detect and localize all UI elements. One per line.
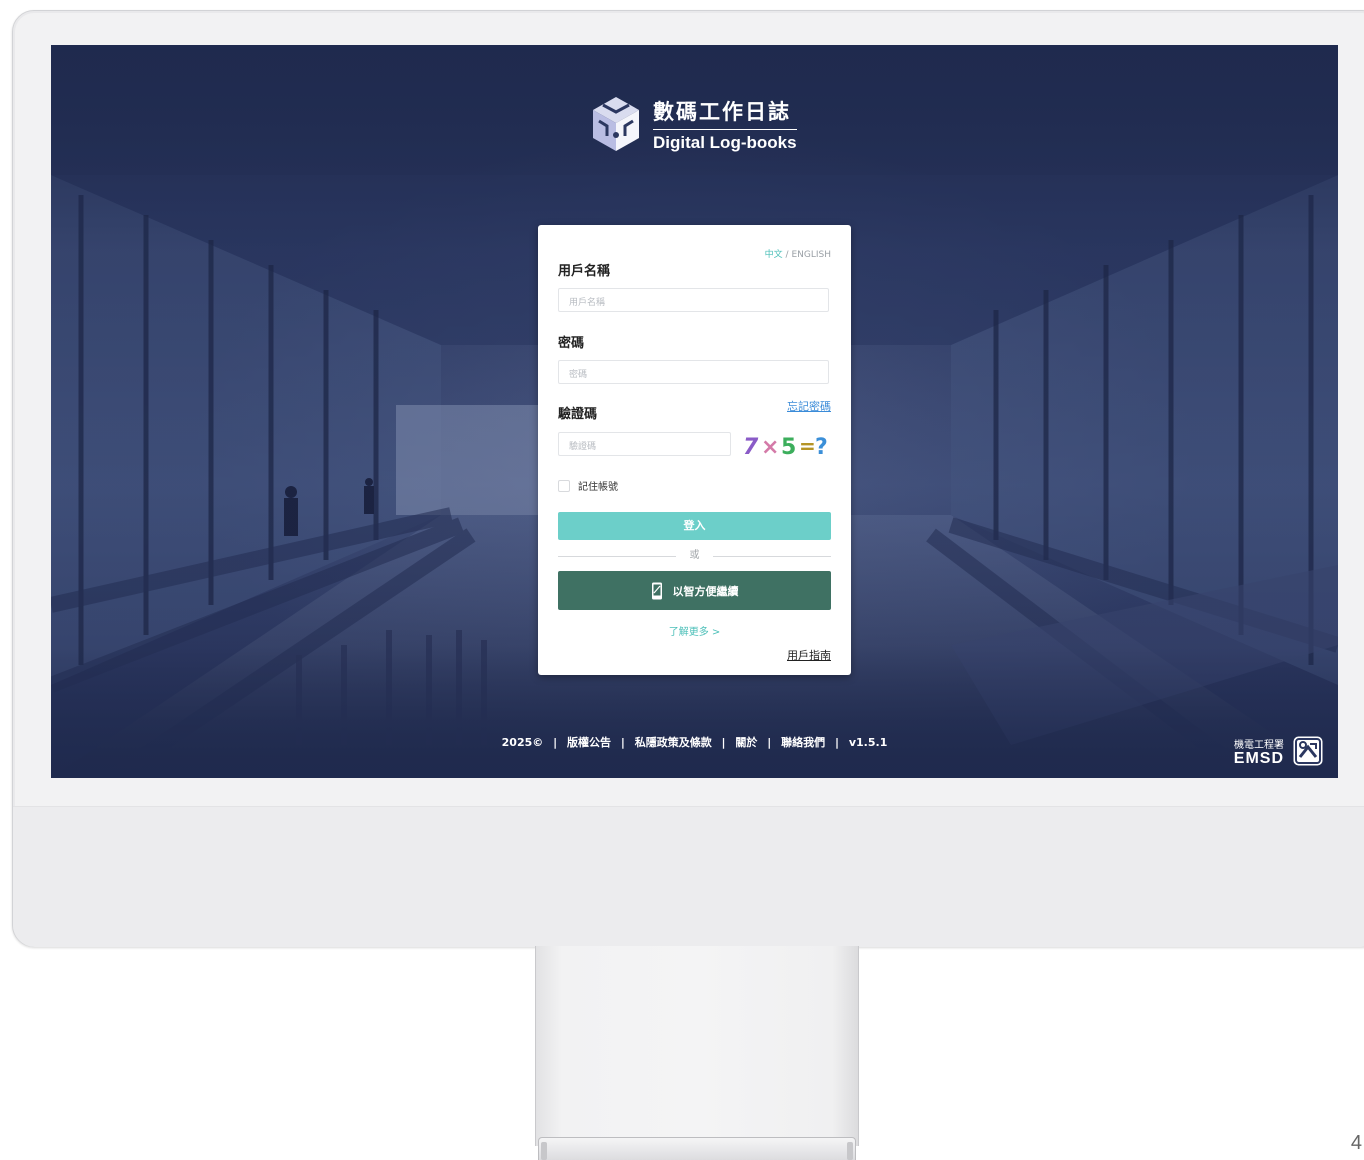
learn-more-link[interactable]: 了解更多 > <box>538 623 851 638</box>
page-number: 4 <box>1350 1132 1362 1154</box>
captcha-input[interactable]: 驗證碼 <box>558 432 731 456</box>
footer-separator: | <box>834 736 840 749</box>
footer-copyright-notice-link[interactable]: 版權公告 <box>567 736 611 749</box>
app-logo: 數碼工作日誌 Digital Log-books <box>589 95 797 153</box>
footer-version: v1.5.1 <box>848 736 888 749</box>
org-name-zh: 機電工程署 <box>1234 739 1284 751</box>
smart-phone-icon <box>651 582 662 599</box>
footer-privacy-link[interactable]: 私隱政策及條款 <box>635 736 712 749</box>
iam-smart-button[interactable]: 以智方便繼續 <box>558 571 831 610</box>
app-title-zh: 數碼工作日誌 <box>653 96 797 130</box>
remember-checkbox[interactable] <box>558 479 570 492</box>
remember-label: 記住帳號 <box>578 482 618 493</box>
footer-copyright: 2025© <box>501 736 544 749</box>
footer-links: 2025© | 版權公告 | 私隱政策及條款 | 關於 | 聯絡我們 | v1.… <box>51 734 1338 750</box>
emsd-emblem-icon <box>1293 736 1323 766</box>
username-input[interactable]: 用戶名稱 <box>558 288 829 312</box>
language-switch: 中文 / ENGLISH <box>765 247 831 260</box>
app-title-en: Digital Log-books <box>653 132 797 152</box>
captcha-image[interactable]: 7 × 5 = ? <box>743 432 831 460</box>
svg-text:?: ? <box>815 435 828 460</box>
lang-en-link[interactable]: ENGLISH <box>791 250 831 260</box>
monitor-stand-foot <box>538 1137 856 1160</box>
monitor-chin <box>13 806 1364 947</box>
emsd-logo: 機電工程署 EMSD <box>1234 735 1324 767</box>
remember-account[interactable]: 記住帳號 <box>558 478 618 493</box>
login-screen: 數碼工作日誌 Digital Log-books 中文 / ENGLISH 用戶… <box>51 45 1338 778</box>
login-button[interactable]: 登入 <box>558 512 831 540</box>
password-label: 密碼 <box>558 336 585 351</box>
org-name-en: EMSD <box>1233 749 1284 767</box>
lang-zh-link[interactable]: 中文 <box>765 250 783 260</box>
logo-cube-icon <box>593 97 639 151</box>
user-guide-link[interactable]: 用戶指南 <box>787 647 831 663</box>
monitor-stand <box>535 946 859 1146</box>
password-input[interactable]: 密碼 <box>558 360 829 384</box>
footer-separator: | <box>721 736 726 749</box>
svg-text:5: 5 <box>781 435 796 460</box>
footer-contact-link[interactable]: 聯絡我們 <box>781 736 825 749</box>
login-card: 中文 / ENGLISH 用戶名稱 用戶名稱 密碼 密碼 驗證碼 忘記密碼 驗證… <box>538 225 851 675</box>
footer-about-link[interactable]: 關於 <box>735 736 757 749</box>
footer-separator: | <box>620 736 625 749</box>
username-label: 用戶名稱 <box>558 264 611 279</box>
captcha-label: 驗證碼 <box>558 407 598 422</box>
or-divider: 或 <box>558 549 831 563</box>
footer-separator: | <box>553 736 558 749</box>
iam-smart-label: 以智方便繼續 <box>672 584 739 598</box>
footer-separator: | <box>767 736 772 749</box>
svg-text:=: = <box>799 434 816 458</box>
svg-text:×: × <box>761 435 779 460</box>
svg-text:7: 7 <box>743 435 759 460</box>
forgot-password-link[interactable]: 忘記密碼 <box>787 398 831 414</box>
